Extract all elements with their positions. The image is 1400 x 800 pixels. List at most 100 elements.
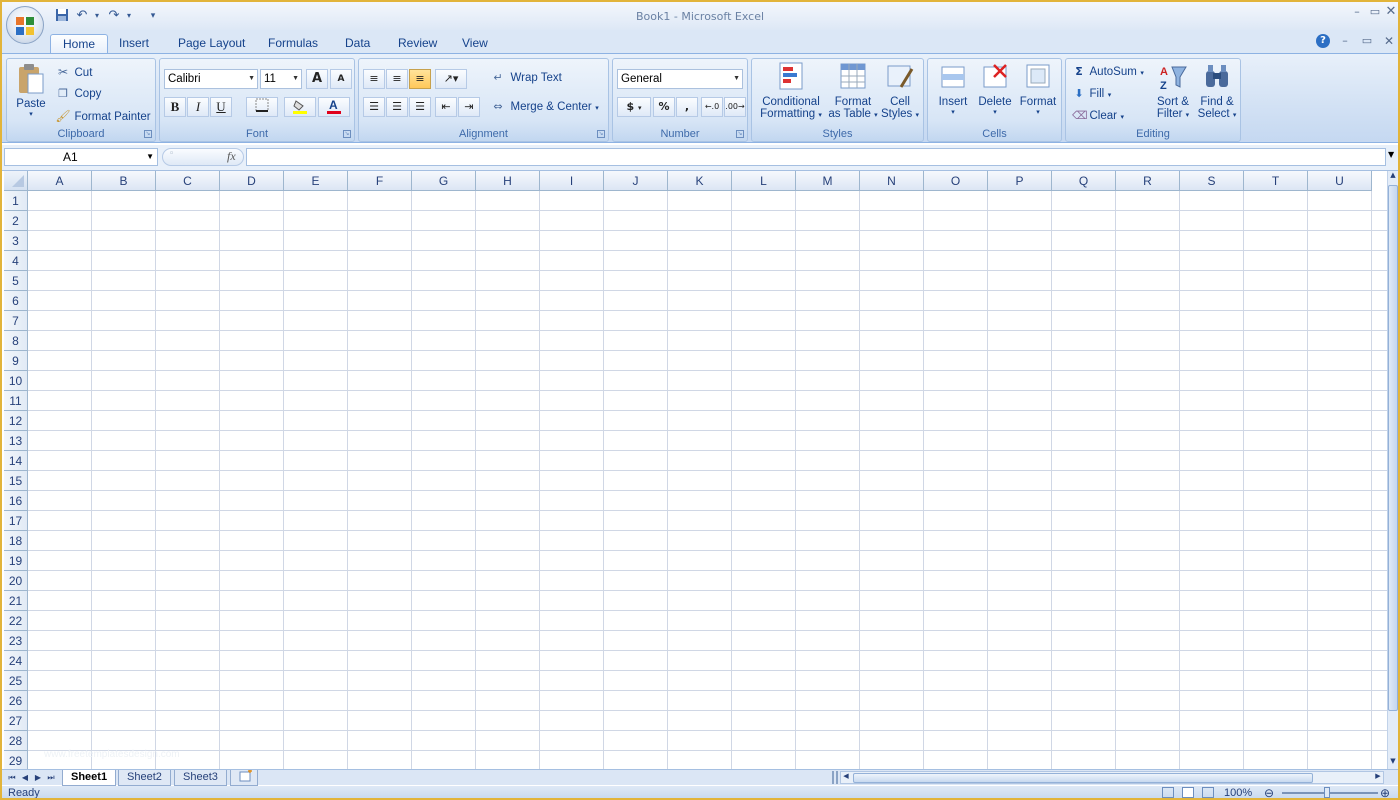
row-header[interactable]: 5 (4, 271, 28, 291)
zoom-slider-thumb[interactable] (1324, 787, 1330, 798)
last-sheet-icon[interactable]: ⏭ (45, 771, 57, 784)
column-header[interactable]: F (348, 171, 412, 191)
row-header[interactable]: 11 (4, 391, 28, 411)
format-cells-button[interactable]: Format ▾ (1016, 61, 1060, 116)
column-header[interactable]: C (156, 171, 220, 191)
row-header[interactable]: 3 (4, 231, 28, 251)
borders-button[interactable] (246, 97, 278, 117)
wrap-text-button[interactable]: ↵ Wrap Text (489, 71, 561, 87)
row-header[interactable]: 10 (4, 371, 28, 391)
column-header[interactable]: K (668, 171, 732, 191)
fill-button[interactable]: ⬇ Fill ▾ (1072, 87, 1111, 103)
column-header[interactable]: Q (1052, 171, 1116, 191)
scroll-left-icon[interactable]: ◀ (841, 772, 851, 783)
sheet-tab-sheet1[interactable]: Sheet1 (62, 770, 117, 786)
column-header[interactable]: U (1308, 171, 1372, 191)
tab-insert[interactable]: Insert (107, 34, 161, 54)
insert-cells-button[interactable]: Insert ▾ (932, 61, 974, 116)
sort-filter-button[interactable]: AZ Sort & Filter ▾ (1152, 61, 1194, 120)
vertical-scroll-thumb[interactable] (1388, 185, 1398, 711)
sheet-tab-sheet2[interactable]: Sheet2 (118, 770, 171, 786)
previous-sheet-icon[interactable]: ◀ (19, 771, 31, 784)
align-middle-button[interactable]: ≡ (386, 69, 408, 89)
row-header[interactable]: 15 (4, 471, 28, 491)
shrink-font-button[interactable]: A (330, 69, 352, 89)
column-header[interactable]: D (220, 171, 284, 191)
row-header[interactable]: 21 (4, 591, 28, 611)
row-header[interactable]: 26 (4, 691, 28, 711)
currency-button[interactable]: $ ▾ (617, 97, 651, 117)
row-header[interactable]: 16 (4, 491, 28, 511)
column-header[interactable]: S (1180, 171, 1244, 191)
row-header[interactable]: 25 (4, 671, 28, 691)
column-header[interactable]: L (732, 171, 796, 191)
align-center-button[interactable]: ☰ (386, 97, 408, 117)
zoom-in-icon[interactable]: ⊕ (1380, 786, 1390, 798)
cell-area[interactable] (28, 191, 1388, 769)
column-header[interactable]: N (860, 171, 924, 191)
underline-button[interactable]: U (210, 97, 232, 117)
scroll-right-icon[interactable]: ▶ (1373, 772, 1383, 783)
row-header[interactable]: 28 (4, 731, 28, 751)
normal-view-icon[interactable] (1162, 787, 1174, 798)
zoom-level[interactable]: 100% (1224, 787, 1252, 798)
zoom-slider[interactable] (1282, 792, 1378, 794)
column-header[interactable]: E (284, 171, 348, 191)
tab-review[interactable]: Review (386, 34, 449, 54)
column-header[interactable]: R (1116, 171, 1180, 191)
tab-page-layout[interactable]: Page Layout (166, 34, 257, 54)
column-header[interactable]: T (1244, 171, 1308, 191)
cut-button[interactable]: ✂ Cut (55, 65, 92, 81)
sheet-tab-sheet3[interactable]: Sheet3 (174, 770, 227, 786)
comma-button[interactable]: , (676, 97, 698, 117)
row-header[interactable]: 7 (4, 311, 28, 331)
tab-data[interactable]: Data (333, 34, 382, 54)
cell-styles-button[interactable]: Cell Styles ▾ (878, 61, 922, 120)
number-launcher-icon[interactable]: ↘ (736, 130, 744, 138)
formula-input[interactable] (246, 148, 1386, 166)
horizontal-scroll-thumb[interactable] (853, 773, 1313, 783)
bold-button[interactable]: B (164, 97, 186, 117)
row-header[interactable]: 18 (4, 531, 28, 551)
row-header[interactable]: 27 (4, 711, 28, 731)
row-header[interactable]: 19 (4, 551, 28, 571)
page-break-view-icon[interactable] (1202, 787, 1214, 798)
scroll-up-icon[interactable]: ▲ (1388, 171, 1398, 183)
tab-formulas[interactable]: Formulas (256, 34, 330, 54)
autosum-button[interactable]: Σ AutoSum ▾ (1072, 65, 1144, 81)
workbook-minimize-icon[interactable]: – (1336, 34, 1354, 48)
workbook-restore-icon[interactable]: ▭ (1358, 34, 1376, 48)
format-as-table-button[interactable]: Format as Table ▾ (826, 61, 880, 120)
align-top-button[interactable]: ≡ (363, 69, 385, 89)
row-header[interactable]: 4 (4, 251, 28, 271)
clipboard-launcher-icon[interactable]: ↘ (144, 130, 152, 138)
italic-button[interactable]: I (187, 97, 209, 117)
copy-button[interactable]: ❐ Copy (55, 87, 101, 103)
font-launcher-icon[interactable]: ↘ (343, 130, 351, 138)
insert-function-button[interactable]: fx (227, 149, 236, 164)
row-header[interactable]: 12 (4, 411, 28, 431)
row-header[interactable]: 9 (4, 351, 28, 371)
column-header[interactable]: B (92, 171, 156, 191)
column-header[interactable]: P (988, 171, 1052, 191)
increase-indent-button[interactable]: ⇥ (458, 97, 480, 117)
next-sheet-icon[interactable]: ▶ (32, 771, 44, 784)
find-select-button[interactable]: Find & Select ▾ (1194, 61, 1240, 120)
close-icon[interactable]: ✕ (1382, 5, 1398, 19)
grow-font-button[interactable]: A (306, 69, 328, 89)
row-header[interactable]: 1 (4, 191, 28, 211)
minimize-icon[interactable]: – (1348, 5, 1366, 19)
decrease-decimal-button[interactable]: .00→ (724, 97, 746, 117)
tab-split-handle[interactable] (832, 771, 838, 784)
row-header[interactable]: 24 (4, 651, 28, 671)
row-header[interactable]: 13 (4, 431, 28, 451)
row-header[interactable]: 6 (4, 291, 28, 311)
vertical-scrollbar[interactable]: ▲ ▼ (1387, 171, 1398, 769)
align-right-button[interactable]: ☰ (409, 97, 431, 117)
column-header[interactable]: G (412, 171, 476, 191)
decrease-indent-button[interactable]: ⇤ (435, 97, 457, 117)
name-box[interactable]: A1 ▼ (4, 148, 158, 166)
format-painter-button[interactable]: 🖌 Format Painter (55, 109, 150, 125)
zoom-out-icon[interactable]: ⊖ (1264, 786, 1274, 798)
number-format-combo[interactable]: General ▼ (617, 69, 743, 89)
